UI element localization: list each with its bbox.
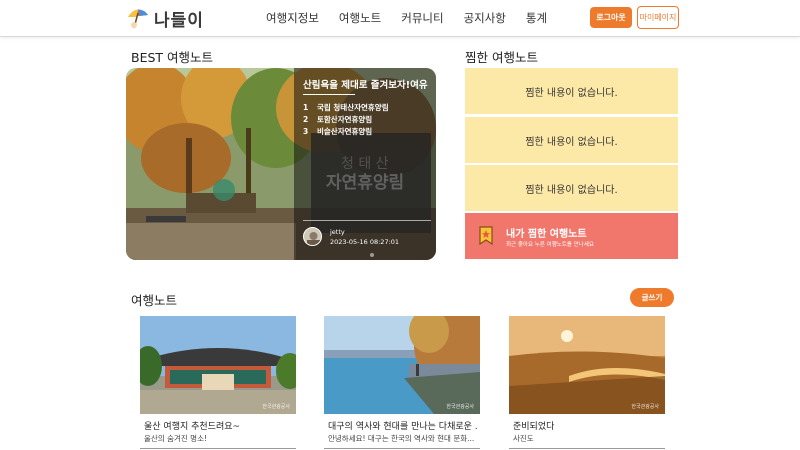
nav-travel-info[interactable]: 여행지정보 [266,10,319,26]
rank-item[interactable]: 1 국립 청태산자연휴양림 [303,101,389,113]
rank-number: 3 [303,126,309,136]
nav-statistics[interactable]: 통계 [526,10,547,26]
nav-travel-note[interactable]: 여행노트 [339,10,381,26]
watermark: 한국관광공사 [262,404,290,410]
logo[interactable]: 나들이 [125,4,204,32]
nav-community[interactable]: 커뮤니티 [401,10,443,26]
write-button[interactable]: 글쓰기 [630,288,674,307]
lake-photo: 한국관광공사 [324,316,480,414]
bookmark-star-icon [478,226,494,246]
author-avatar [303,227,322,246]
logo-text: 나들이 [154,10,204,31]
main-nav: 여행지정보 여행노트 커뮤니티 공지사항 통계 [266,10,567,26]
note-card[interactable]: 한국관광공사 준비되었다 사진도 [509,316,665,450]
jjim-empty-slot: 찜한 내용이 없습니다. [465,165,678,211]
jjim-empty-slot: 찜한 내용이 없습니다. [465,68,678,114]
best-note-card[interactable]: 청 태 산 자연휴양림 [126,68,436,260]
note-subtitle: 울산의 숨겨진 명소! [144,434,207,443]
my-jjim-button[interactable]: 내가 찜한 여행노트 최근 좋아요 누른 여행노트를 만나세요 [465,213,678,259]
rank-item[interactable]: 2 토함산자연휴양림 [303,113,389,125]
post-date: 2023-05-16 08:27:01 [330,238,400,246]
rank-number: 2 [303,114,309,124]
rank-item[interactable]: 3 비슬산자연휴양림 [303,125,389,137]
divider [509,448,665,449]
divider [140,448,296,449]
sunset-photo: 한국관광공사 [509,316,665,414]
note-card[interactable]: 한국관광공사 대구의 역사와 현대를 만나는 다채로운 ... 안녕하세요! 대… [324,316,480,450]
logout-button[interactable]: 로그아웃 [590,7,632,28]
my-jjim-title: 내가 찜한 여행노트 [506,229,587,240]
divider [303,220,431,221]
note-subtitle: 안녕하세요! 대구는 한국의 역사와 현대 문화... [328,434,475,443]
note-subtitle: 사진도 [513,434,534,443]
note-title: 준비되었다 [513,422,555,432]
my-jjim-subtitle: 최근 좋아요 누른 여행노트를 만나세요 [506,242,594,248]
umbrella-logo-icon [125,5,151,31]
rank-number: 1 [303,102,309,112]
temple-photo: 한국관광공사 [140,316,296,414]
best-rank-list: 1 국립 청태산자연휴양림 2 토함산자연휴양림 3 비슬산자연휴양림 [303,101,389,137]
note-card[interactable]: 한국관광공사 울산 여행지 추천드려요~ 울산의 숨겨진 명소! [140,316,296,450]
notes-section-title: 여행노트 [131,293,178,308]
watermark: 한국관광공사 [631,404,659,410]
best-headline: 산림욕을 제대로 즐겨보자!여유 [303,80,428,91]
site-header: 나들이 여행지정보 여행노트 커뮤니티 공지사항 통계 로그아웃 마이페이지 [0,0,800,37]
note-title: 대구의 역사와 현대를 만나는 다채로운 ... [328,422,478,432]
carousel-dot[interactable] [370,253,374,257]
author-name: jetty [330,228,345,236]
note-title: 울산 여행지 추천드려요~ [144,422,241,432]
rank-name: 토함산자연휴양림 [317,114,373,124]
mypage-button[interactable]: 마이페이지 [637,6,679,29]
jjim-empty-slot: 찜한 내용이 없습니다. [465,117,678,163]
divider [324,448,480,449]
best-section-title: BEST 여행노트 [131,50,214,65]
nav-notice[interactable]: 공지사항 [464,10,506,26]
watermark: 한국관광공사 [446,404,474,410]
rank-name: 비슬산자연휴양림 [317,126,373,136]
rank-name: 국립 청태산자연휴양림 [317,102,389,112]
divider [303,94,355,95]
jjim-section-title: 찜한 여행노트 [465,50,538,65]
